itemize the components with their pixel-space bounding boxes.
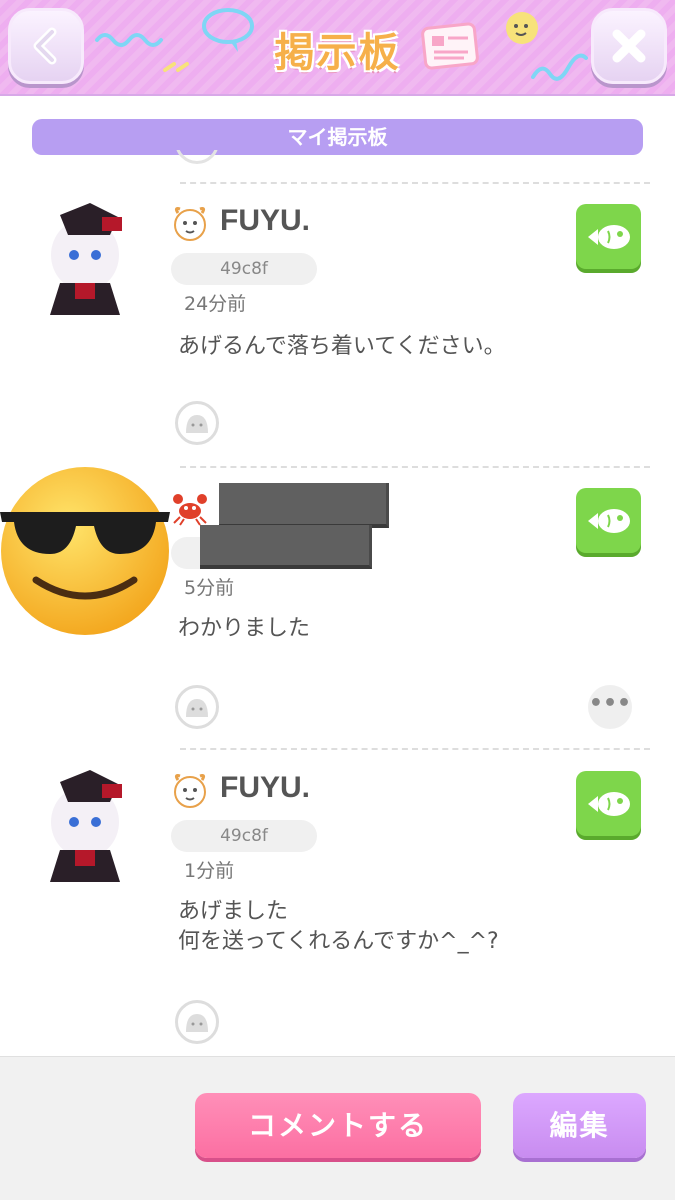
gift-button[interactable] bbox=[576, 771, 641, 836]
post-divider bbox=[180, 466, 650, 468]
fish-gift-icon bbox=[587, 508, 630, 533]
header-bar: 掲示板 bbox=[0, 0, 675, 96]
reaction-button[interactable] bbox=[175, 401, 219, 445]
reaction-button[interactable] bbox=[175, 1000, 219, 1044]
edit-button[interactable]: 編集 bbox=[513, 1093, 646, 1158]
page-title: 掲示板 bbox=[274, 30, 401, 76]
post-divider bbox=[180, 748, 650, 750]
user-id-badge: 49c8f bbox=[171, 253, 317, 285]
crab-badge-icon bbox=[173, 494, 207, 526]
avatar[interactable] bbox=[30, 195, 140, 325]
goat-badge-icon bbox=[174, 774, 206, 808]
face-icon bbox=[186, 415, 208, 433]
fish-gift-icon bbox=[587, 791, 630, 816]
post-timestamp: 24分前 bbox=[184, 293, 247, 315]
post-timestamp: 1分前 bbox=[184, 860, 235, 882]
more-options-button[interactable]: ••• bbox=[588, 685, 632, 729]
avatar[interactable] bbox=[30, 762, 140, 892]
close-button[interactable] bbox=[591, 8, 667, 84]
post-message: わかりました bbox=[178, 616, 311, 641]
react-button-partial bbox=[175, 150, 219, 164]
section-tab-my-board[interactable]: マイ掲示板 bbox=[32, 119, 643, 155]
redaction-block bbox=[219, 483, 389, 528]
post-timestamp: 5分前 bbox=[184, 577, 235, 599]
close-icon bbox=[612, 29, 646, 63]
face-icon bbox=[186, 1014, 208, 1032]
redaction-block bbox=[200, 525, 372, 569]
gift-button[interactable] bbox=[576, 204, 641, 269]
post-message: あげました 何を送ってくれるんですか^_^? bbox=[178, 899, 499, 954]
face-icon bbox=[186, 699, 208, 717]
user-id-badge: 49c8f bbox=[171, 820, 317, 852]
fish-gift-icon bbox=[587, 224, 630, 249]
username[interactable]: FUYU. bbox=[220, 204, 310, 238]
sunglasses-emoji-icon bbox=[0, 467, 170, 635]
comment-button[interactable]: コメントする bbox=[195, 1093, 481, 1158]
gift-button[interactable] bbox=[576, 488, 641, 553]
reaction-button[interactable] bbox=[175, 685, 219, 729]
goat-badge-icon bbox=[174, 207, 206, 241]
post-divider bbox=[180, 182, 650, 184]
username[interactable]: FUYU. bbox=[220, 771, 310, 805]
post-message: あげるんで落ち着いてください。 bbox=[178, 334, 506, 359]
